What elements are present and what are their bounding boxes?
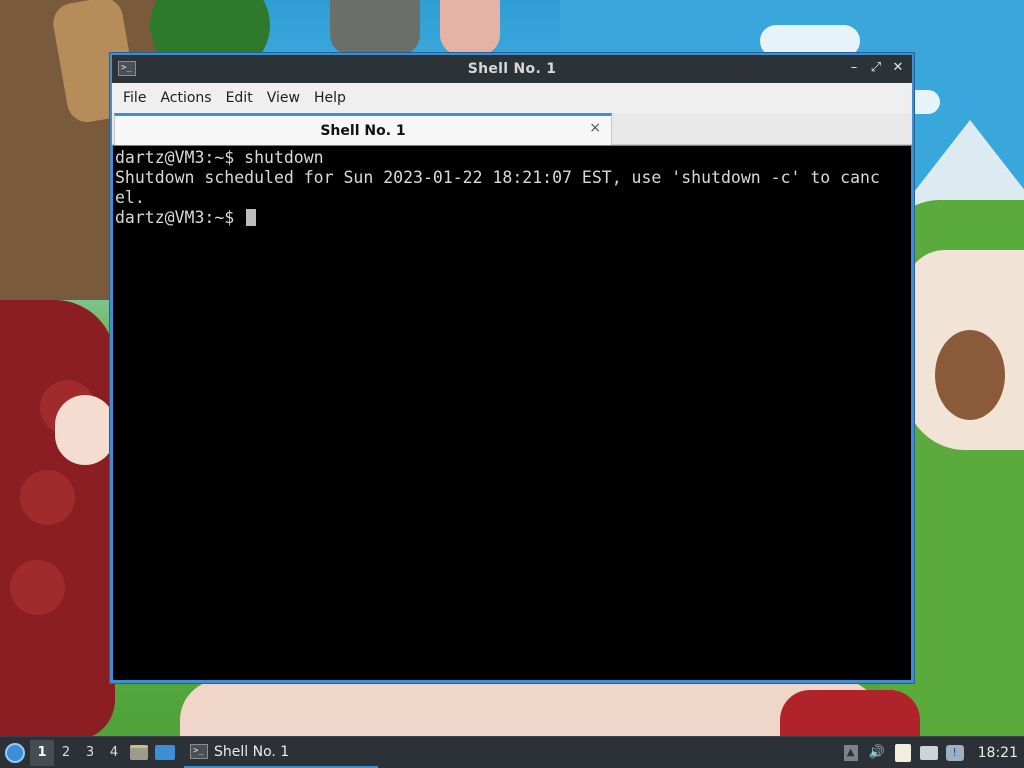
window-titlebar[interactable]: >_ Shell No. 1 – ⤢ ✕ xyxy=(112,55,912,83)
taskbar: 1 2 3 4 >_ Shell No. 1 ▲ 🔊 ! 18:21 xyxy=(0,736,1024,768)
menu-file[interactable]: File xyxy=(116,90,153,106)
clipboard-icon[interactable] xyxy=(894,743,912,762)
tab-shell-1[interactable]: Shell No. 1 × xyxy=(114,113,612,145)
wallpaper-character-hair xyxy=(935,330,1005,420)
window-title: Shell No. 1 xyxy=(467,61,557,77)
wallpaper-mountain xyxy=(900,120,1024,210)
tab-bar: Shell No. 1 × xyxy=(112,113,912,145)
show-desktop-icon[interactable] xyxy=(152,739,178,767)
workspace-3[interactable]: 3 xyxy=(78,740,102,766)
maximize-button[interactable]: ⤢ xyxy=(868,59,884,77)
lxqt-logo-icon xyxy=(5,742,25,763)
close-button[interactable]: ✕ xyxy=(890,59,906,77)
terminal-prompt: dartz@VM3:~$ xyxy=(115,208,245,227)
taskbar-window-label: Shell No. 1 xyxy=(214,743,290,760)
terminal-window[interactable]: >_ Shell No. 1 – ⤢ ✕ File Actions Edit V… xyxy=(110,53,914,683)
wallpaper-character-arm xyxy=(180,680,880,736)
terminal-line: Shutdown scheduled for Sun 2023-01-22 18… xyxy=(115,168,880,187)
tray-expand-icon[interactable]: ▲ xyxy=(842,744,860,762)
wallpaper-braid xyxy=(20,470,75,525)
wallpaper-red-hair xyxy=(780,690,920,736)
workspace-1[interactable]: 1 xyxy=(30,739,54,766)
volume-icon[interactable]: 🔊 xyxy=(868,744,886,762)
clock[interactable]: 18:21 xyxy=(978,745,1018,761)
terminal-line: dartz@VM3:~$ shutdown xyxy=(115,148,324,167)
minimize-button[interactable]: – xyxy=(846,59,862,77)
menu-view[interactable]: View xyxy=(260,90,307,106)
text-cursor xyxy=(246,209,257,226)
workspace-4[interactable]: 4 xyxy=(102,740,126,766)
wallpaper-braid xyxy=(10,560,65,615)
terminal-icon: >_ xyxy=(190,744,208,759)
update-notifier-icon[interactable]: ! xyxy=(945,744,964,762)
menu-actions[interactable]: Actions xyxy=(153,90,218,106)
tab-label: Shell No. 1 xyxy=(320,122,406,139)
wallpaper-character xyxy=(440,0,500,55)
menu-help[interactable]: Help xyxy=(307,90,353,106)
network-icon[interactable] xyxy=(919,744,938,762)
system-tray: ▲ 🔊 ! 18:21 xyxy=(842,743,1024,762)
start-menu-button[interactable] xyxy=(0,737,30,768)
menubar: File Actions Edit View Help xyxy=(112,83,912,113)
wallpaper-bucket xyxy=(330,0,420,55)
terminal-output[interactable]: dartz@VM3:~$ shutdown Shutdown scheduled… xyxy=(112,145,912,681)
workspace-2[interactable]: 2 xyxy=(54,740,78,766)
terminal-line: el. xyxy=(115,188,145,207)
terminal-icon[interactable]: >_ xyxy=(118,61,136,76)
terminal-prompt-line: dartz@VM3:~$ xyxy=(115,208,909,228)
taskbar-window-button[interactable]: >_ Shell No. 1 xyxy=(184,738,378,768)
file-manager-icon[interactable] xyxy=(126,739,152,767)
tab-close-icon[interactable]: × xyxy=(589,120,601,136)
wallpaper-hand xyxy=(55,395,115,465)
menu-edit[interactable]: Edit xyxy=(219,90,260,106)
